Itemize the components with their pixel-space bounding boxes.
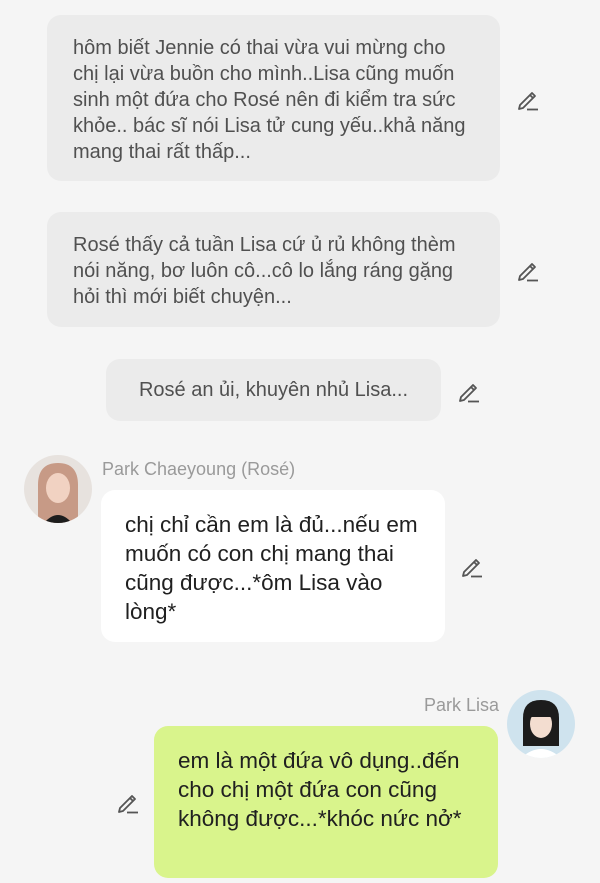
edit-pencil-icon[interactable] (515, 86, 541, 112)
sender-name-rose: Park Chaeyoung (Rosé) (102, 459, 296, 479)
message-bubble-lisa: em là một đứa vô dụng..đến cho chị một đ… (154, 726, 498, 878)
narration-bubble-2: Rosé thấy cả tuần Lisa cứ ủ rủ không thè… (47, 212, 500, 327)
message-text-lisa: em là một đứa vô dụng..đến cho chị một đ… (178, 748, 462, 831)
narration-text-1: hôm biết Jennie có thai vừa vui mừng cho… (73, 37, 466, 163)
avatar-lisa[interactable] (507, 690, 575, 758)
narration-text-3: Rosé an ủi, khuyên nhủ Lisa... (138, 379, 409, 401)
narration-text-2: Rosé thấy cả tuần Lisa cứ ủ rủ không thè… (73, 234, 456, 308)
avatar-rose[interactable] (24, 455, 92, 523)
narration-bubble-3: Rosé an ủi, khuyên nhủ Lisa... (106, 359, 441, 421)
edit-pencil-icon[interactable] (456, 378, 482, 404)
edit-pencil-icon[interactable] (115, 789, 141, 815)
message-text-rose: chị chỉ cần em là đủ...nếu em muốn có co… (125, 512, 418, 624)
edit-pencil-icon[interactable] (459, 553, 485, 579)
narration-bubble-1: hôm biết Jennie có thai vừa vui mừng cho… (47, 15, 500, 181)
sender-name-lisa: Park Lisa (423, 695, 499, 715)
edit-pencil-icon[interactable] (515, 257, 541, 283)
message-bubble-rose: chị chỉ cần em là đủ...nếu em muốn có co… (101, 490, 445, 642)
